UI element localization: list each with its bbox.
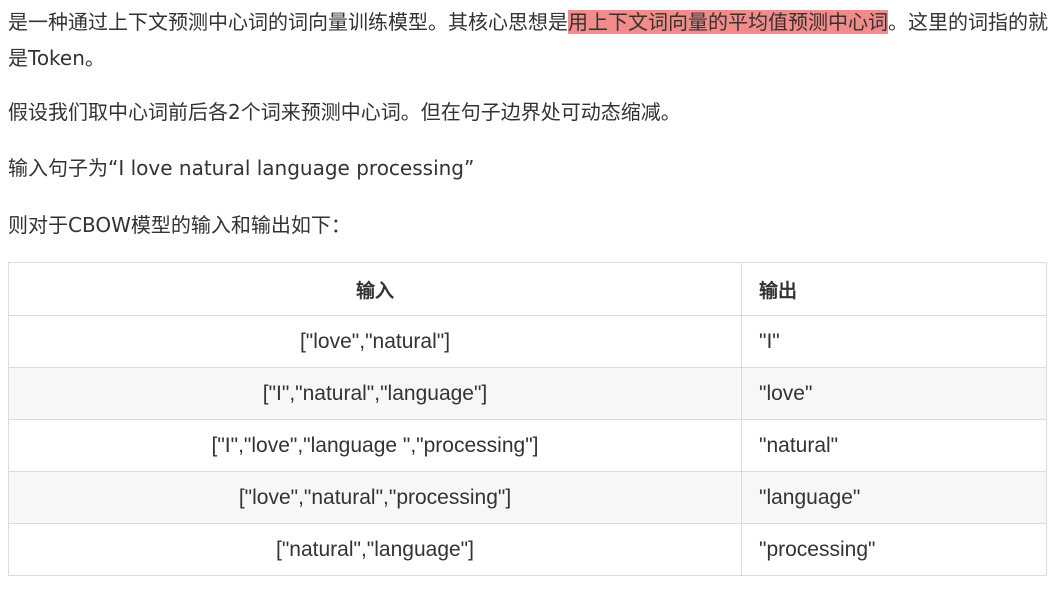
cell-output: "love": [741, 367, 1047, 420]
cell-input: ["I","natural","language"]: [8, 367, 742, 420]
paragraph-table-intro: 则对于CBOW模型的输入和输出如下：: [8, 213, 351, 237]
table-row: ["natural","language"] "processing": [8, 523, 1047, 576]
table-row: ["I","love","language ","processing"] "n…: [8, 419, 1047, 472]
column-header-input: 输入: [8, 262, 742, 316]
intro-text: 是一种通过上下文预测中心词的词向量训练模型。其核心思想是: [8, 10, 568, 34]
table-row: ["love","natural"] "I": [8, 315, 1047, 368]
table-row: ["love","natural","processing"] "languag…: [8, 471, 1047, 524]
cbow-io-table: 输入 输出 ["love","natural"] "I" ["I","natur…: [8, 262, 1047, 576]
cell-input: ["natural","language"]: [8, 523, 742, 576]
paragraph-window-size: 假设我们取中心词前后各2个词来预测中心词。但在句子边界处可动态缩减。: [8, 100, 681, 124]
cell-output: "language": [741, 471, 1047, 524]
paragraph-cbow-intro: 是一种通过上下文预测中心词的词向量训练模型。其核心思想是用上下文词向量的平均值预…: [8, 4, 1048, 76]
cell-input: ["love","natural","processing"]: [8, 471, 742, 524]
cell-input: ["I","love","language ","processing"]: [8, 419, 742, 472]
column-header-output: 输出: [741, 262, 1047, 316]
paragraph-input-sentence: 输入句子为“I love natural language processing…: [8, 156, 475, 180]
cell-input: ["love","natural"]: [8, 315, 742, 368]
cell-output: "natural": [741, 419, 1047, 472]
cell-output: "I": [741, 315, 1047, 368]
table-header-row: 输入 输出: [8, 262, 1047, 316]
table-row: ["I","natural","language"] "love": [8, 367, 1047, 420]
highlighted-text: 用上下文词向量的平均值预测中心词: [568, 10, 888, 34]
cell-output: "processing": [741, 523, 1047, 576]
